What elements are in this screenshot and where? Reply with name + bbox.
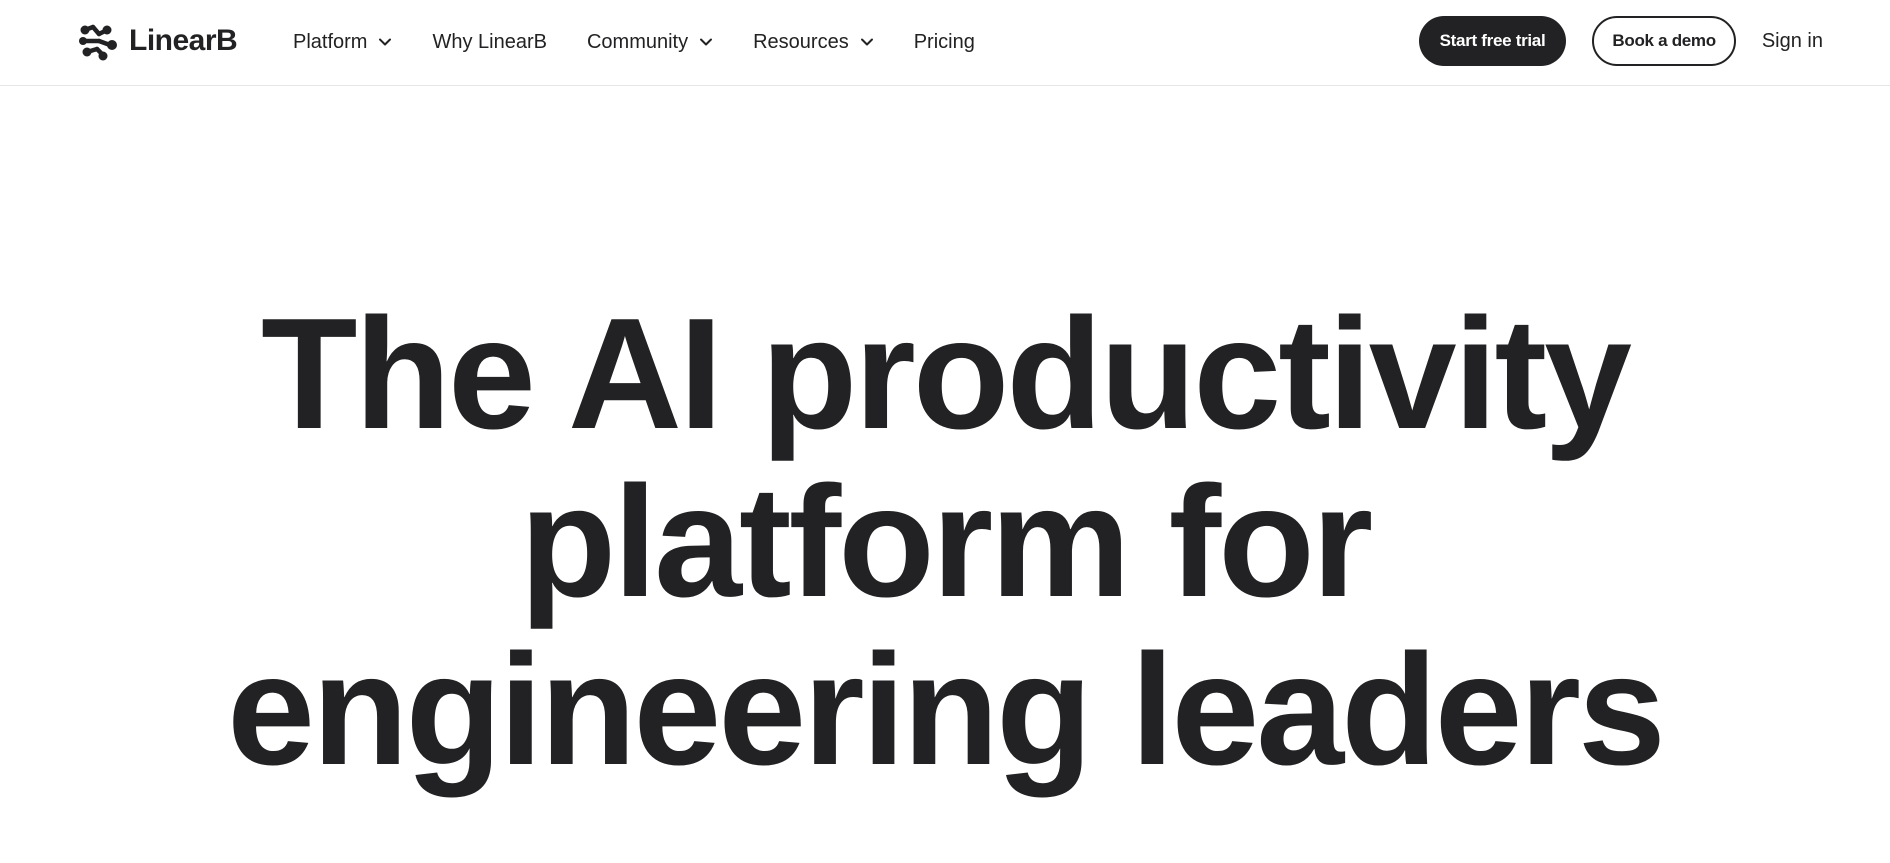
chevron-down-icon xyxy=(700,38,713,46)
hero-headline-line: platform for xyxy=(519,454,1374,630)
nav-item-label: Pricing xyxy=(913,30,975,53)
brand-logo-link[interactable]: LinearB xyxy=(77,20,238,62)
nav-item-platform[interactable]: Platform xyxy=(293,31,392,54)
nav-item-label: Community xyxy=(586,30,689,53)
nav-item-why-linearb[interactable]: Why LinearB xyxy=(432,31,547,54)
nav-item-label: Resources xyxy=(753,30,849,53)
nav-item-label: Platform xyxy=(293,30,368,53)
nav-item-community[interactable]: Community xyxy=(587,31,713,54)
nav-item-label: Why LinearB xyxy=(432,30,547,53)
chevron-down-icon xyxy=(379,38,392,46)
hero-headline: The AI productivity platform for enginee… xyxy=(0,290,1890,794)
linearb-molecule-logo-icon xyxy=(77,20,119,62)
brand-name: LinearB xyxy=(129,24,238,57)
top-navigation-bar: LinearB Platform Why LinearB Community R… xyxy=(0,0,1890,86)
main-nav: Platform Why LinearB Community Resources… xyxy=(293,24,975,60)
sign-in-link[interactable]: Sign in xyxy=(1762,30,1823,53)
header-actions: Start free trial Book a demo Sign in xyxy=(1418,16,1823,66)
nav-item-pricing[interactable]: Pricing xyxy=(914,31,975,54)
hero-headline-line: engineering leaders xyxy=(227,622,1666,798)
nav-item-resources[interactable]: Resources xyxy=(753,31,874,54)
chevron-down-icon xyxy=(860,38,873,46)
book-demo-button[interactable]: Book a demo xyxy=(1592,16,1736,66)
start-free-trial-button[interactable]: Start free trial xyxy=(1418,16,1567,66)
hero-headline-line: The AI productivity xyxy=(260,286,1632,462)
hero-section: The AI productivity platform for enginee… xyxy=(0,290,1890,794)
